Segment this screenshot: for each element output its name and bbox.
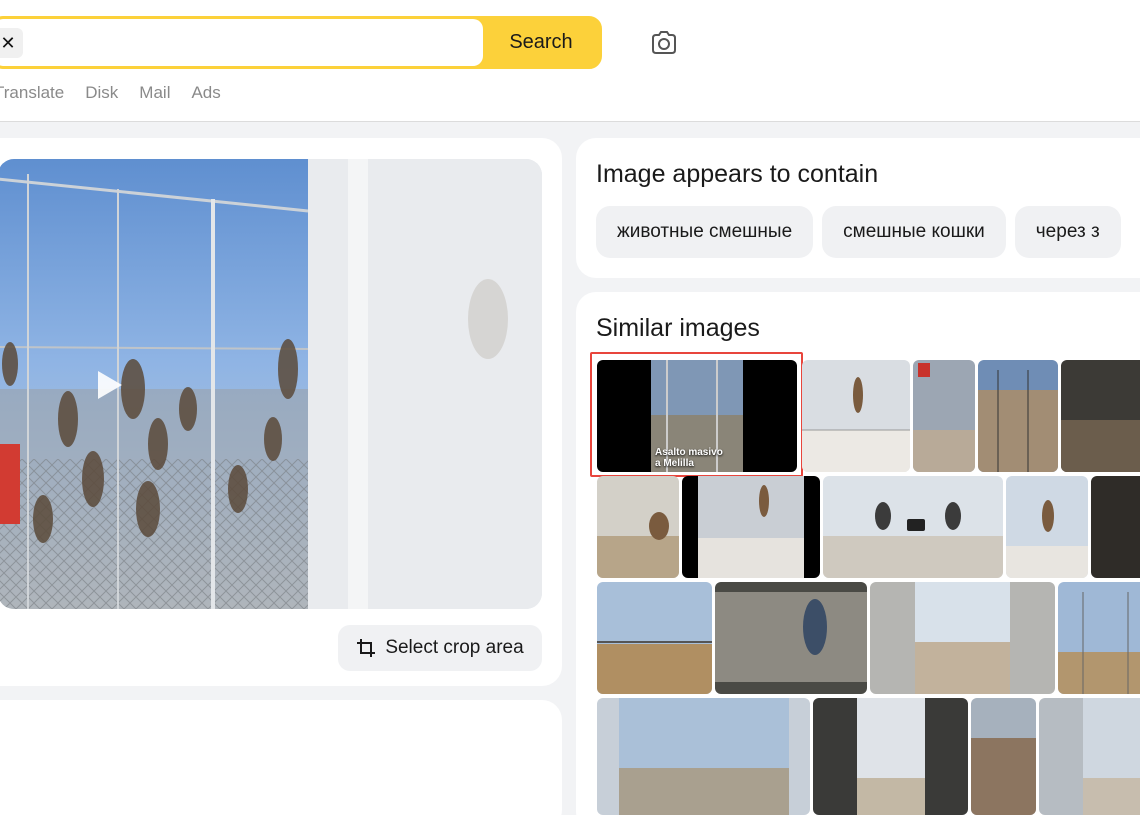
similar-image-thumb[interactable] <box>1091 476 1140 578</box>
similar-image-thumb[interactable] <box>870 582 1055 694</box>
similar-image-thumb[interactable] <box>597 698 810 815</box>
similar-image-thumb[interactable] <box>1058 582 1140 694</box>
similar-image-thumb[interactable] <box>971 698 1036 815</box>
tag-list: животные смешные смешные кошки через з <box>596 206 1121 258</box>
similar-image-thumb[interactable] <box>597 476 679 578</box>
similar-image-thumb[interactable] <box>978 360 1058 472</box>
tag-chip[interactable]: животные смешные <box>596 206 814 258</box>
nav-item-mail[interactable]: Mail <box>139 83 170 103</box>
query-image-preview[interactable] <box>0 159 542 609</box>
similar-images-title: Similar images <box>596 314 760 342</box>
nav-item-disk[interactable]: Disk <box>85 83 118 103</box>
camera-icon <box>652 31 676 54</box>
similar-image-thumb[interactable]: Asalto masivo a Melilla <box>597 360 797 472</box>
close-icon: ✕ <box>0 32 16 53</box>
contains-title: Image appears to contain <box>596 160 879 188</box>
camera-search-button[interactable] <box>648 27 680 59</box>
secondary-panel <box>0 700 562 815</box>
similar-image-thumb[interactable] <box>1006 476 1088 578</box>
nav-item-ads[interactable]: Ads <box>191 83 220 103</box>
similar-image-thumb[interactable] <box>813 698 968 815</box>
tag-chip[interactable]: смешные кошки <box>822 206 1006 258</box>
similar-image-thumb[interactable] <box>823 476 1003 578</box>
similar-image-thumb[interactable] <box>1061 360 1140 472</box>
clear-button[interactable]: ✕ <box>0 28 23 58</box>
header: ✕ Search Translate Disk Mail Ads <box>0 0 1140 122</box>
similar-image-thumb[interactable] <box>715 582 867 694</box>
search-input[interactable] <box>0 19 483 66</box>
crop-label: Select crop area <box>385 637 524 658</box>
tag-chip[interactable]: через з <box>1014 206 1121 258</box>
similar-image-thumb[interactable] <box>1039 698 1140 815</box>
similar-image-thumb[interactable] <box>597 582 712 694</box>
select-crop-area-button[interactable]: Select crop area <box>338 625 542 671</box>
thumb-caption: Asalto masivo a Melilla <box>655 447 723 469</box>
search-button[interactable]: Search <box>483 19 599 66</box>
nav-item-translate[interactable]: Translate <box>0 83 64 103</box>
search-box: ✕ Search <box>0 16 602 69</box>
service-nav: Translate Disk Mail Ads <box>0 83 221 103</box>
crop-icon <box>357 639 376 657</box>
similar-image-thumb[interactable] <box>682 476 820 578</box>
similar-image-thumb[interactable] <box>802 360 910 472</box>
similar-image-thumb[interactable] <box>913 360 975 472</box>
